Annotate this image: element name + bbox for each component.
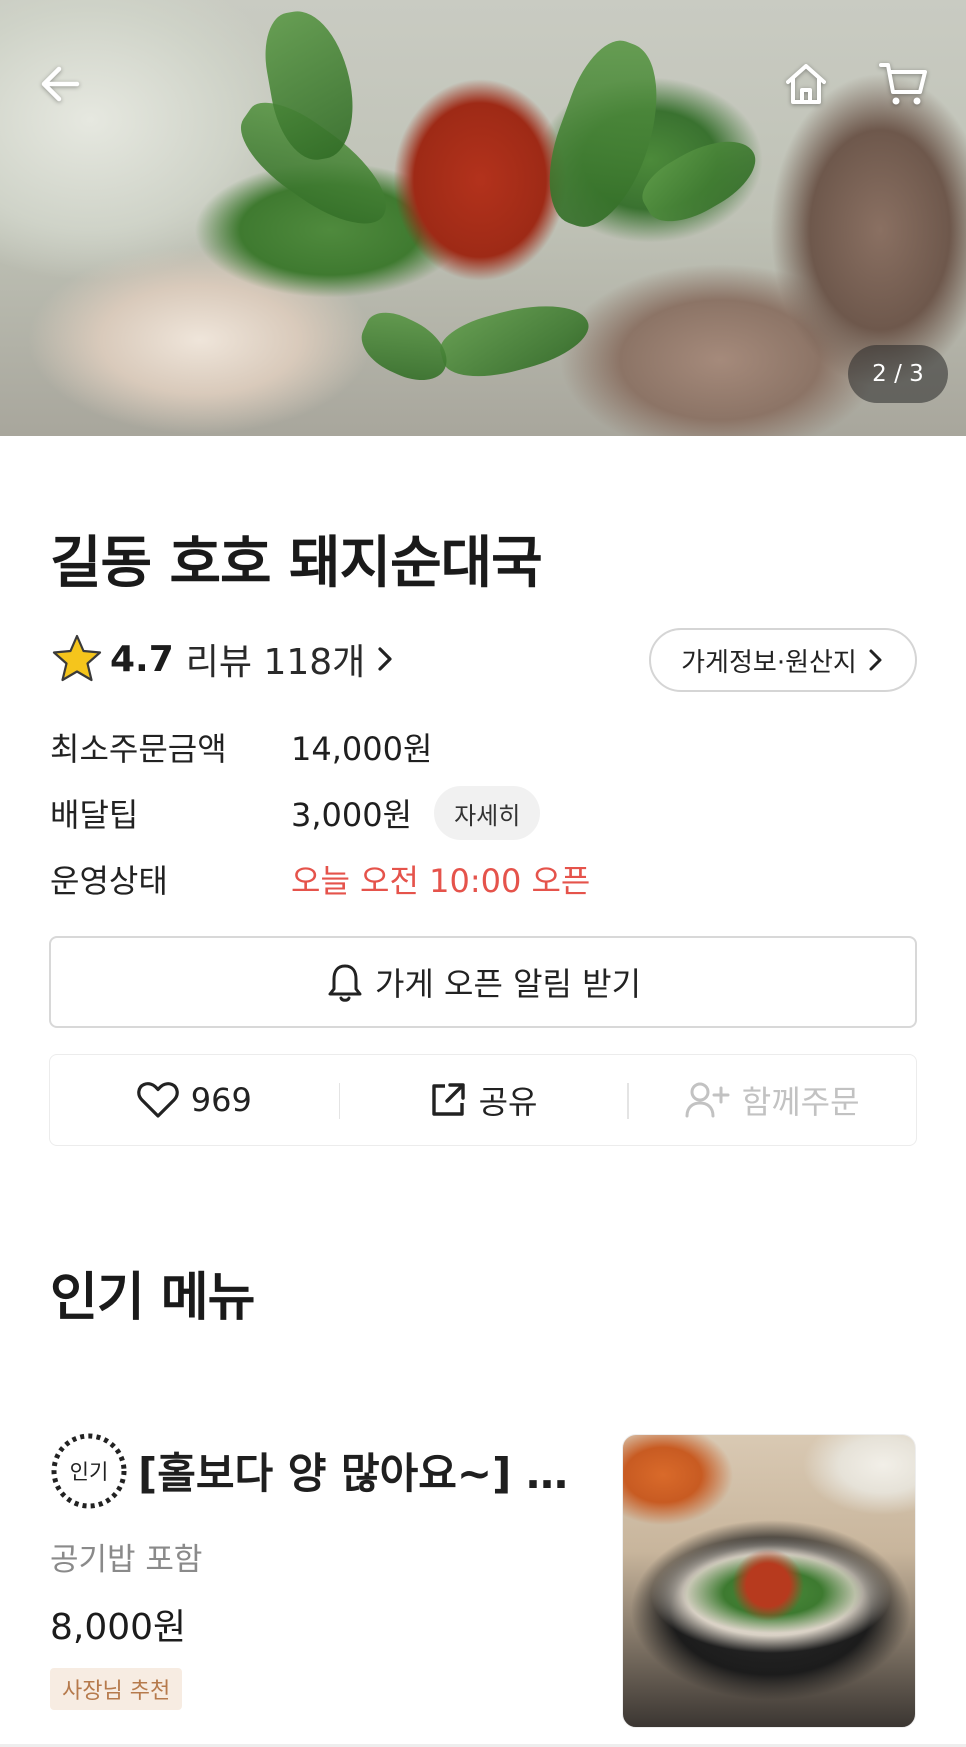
store-actions-bar: 969 공유 함께주문 [49,1054,917,1146]
hero-image-detail [352,303,458,392]
delivery-tip-label: 배달팁 [50,796,139,834]
store-name: 길동 호호 돼지순대국 [50,531,543,596]
chevron-right-icon [869,649,882,671]
store-status-value: 오늘 오전 10:00 오픈 [291,862,591,900]
home-icon [786,64,826,104]
chevron-right-icon [378,647,392,671]
delivery-tip-detail-button[interactable]: 자세히 [434,786,541,840]
delivery-tip-value: 3,000원 [291,796,413,834]
review-link[interactable]: 리뷰 118개 [186,633,396,685]
share-label: 공유 [478,1083,538,1121]
store-info-button-label: 가게정보·원산지 [681,647,857,678]
share-icon [431,1083,465,1116]
image-pager: 2 / 3 [848,345,948,403]
open-notification-button[interactable]: 가게 오픈 알림 받기 [49,936,917,1028]
cart-button[interactable] [868,48,940,120]
hero-image-detail [434,291,596,389]
store-info-button[interactable]: 가게정보·원산지 [649,628,917,692]
store-status-label: 운영상태 [50,862,168,900]
back-arrow-icon [41,66,80,102]
store-hero-image[interactable]: 2 / 3 [0,0,966,436]
delivery-tip-row: 배달팁 3,000원 자세히 [50,786,541,840]
min-order-row: 최소주문금액 14,000원 [50,724,432,770]
home-button[interactable] [770,48,842,120]
cart-icon [879,63,927,105]
group-order-label: 함께주문 [741,1083,860,1121]
add-user-icon [685,1082,730,1118]
like-button[interactable]: 969 [50,1055,339,1145]
back-button[interactable] [24,48,96,120]
menu-item-photo[interactable] [622,1434,916,1728]
star-icon [52,634,102,682]
menu-item-description: 공기밥 포함 [50,1542,203,1578]
menu-item-price: 8,000원 [50,1607,187,1648]
review-count-label: 리뷰 118개 [185,642,366,683]
rating-row[interactable]: 4.7 리뷰 118개 [50,628,395,690]
hero-image-detail [633,124,767,236]
popular-menu-title: 인기 메뉴 [50,1268,255,1328]
menu-item[interactable]: 인기 [홀보다 양 많아요~] 순대국 공기밥 포함 8,000원 사장님 추천 [0,1420,966,1747]
store-status-row: 운영상태 오늘 오전 10:00 오픈 [50,856,590,902]
open-notification-label: 가게 오픈 알림 받기 [374,965,642,1003]
popular-badge-label: 인기 [69,1460,109,1484]
min-order-label: 최소주문금액 [50,730,227,768]
bell-icon [328,964,362,1002]
heart-icon [137,1082,179,1118]
group-order-button[interactable]: 함께주문 [627,1055,916,1145]
owner-recommend-tag: 사장님 추천 [50,1668,183,1710]
like-count: 969 [190,1081,252,1119]
rating-value: 4.7 [110,638,174,680]
popular-badge: 인기 [50,1432,128,1510]
share-button[interactable]: 공유 [338,1055,628,1145]
menu-item-name: [홀보다 양 많아요~] 순대국 [138,1449,578,1498]
min-order-value: 14,000원 [291,730,433,768]
